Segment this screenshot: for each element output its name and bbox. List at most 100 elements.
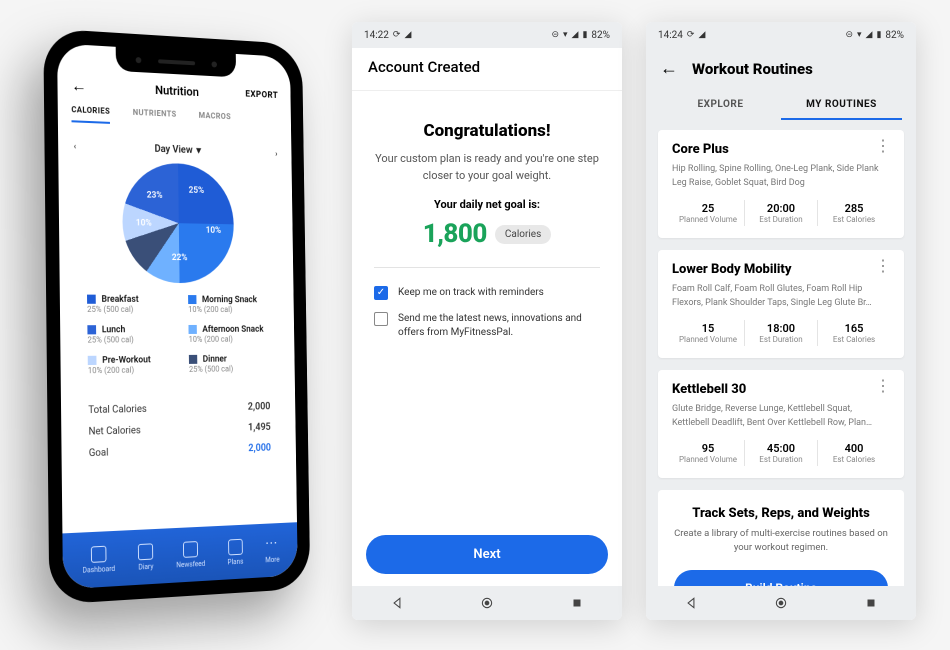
back-nav-icon[interactable] <box>684 596 698 610</box>
home-nav-icon[interactable] <box>480 596 494 610</box>
nav-diary[interactable]: Diary <box>138 543 153 571</box>
routine-desc: Foam Roll Calf, Foam Roll Glutes, Foam R… <box>672 283 890 310</box>
goal-label: Goal <box>89 447 109 459</box>
swatch-icon <box>189 355 197 364</box>
recents-nav-icon[interactable] <box>864 596 878 610</box>
newsletter-label: Send me the latest news, innovations and… <box>398 312 600 340</box>
routine-title: Kettlebell 30 <box>672 382 746 397</box>
prev-day-button[interactable]: ‹ <box>74 142 77 151</box>
swatch-icon <box>88 356 97 365</box>
daily-goal-value: 1,800 <box>423 219 487 249</box>
nav-dashboard[interactable]: Dashboard <box>82 545 115 574</box>
tab-calories[interactable]: CALORIES <box>71 105 110 124</box>
promo-title: Track Sets, Reps, and Weights <box>674 506 888 521</box>
reminders-checkbox-row[interactable]: ✓ Keep me on track with reminders <box>374 286 600 300</box>
battery-pct: 82% <box>885 30 904 41</box>
signal-icon: ◢ <box>698 30 705 40</box>
routine-desc: Hip Rolling, Spine Rolling, One-Leg Plan… <box>672 163 890 190</box>
nav-plans[interactable]: Plans <box>227 538 243 566</box>
promo-subtext: Create a library of multi-exercise routi… <box>674 527 888 556</box>
android-mockup-workouts: 14:24⟳◢ ⊝▾◢▮82% ← Workout Routines EXPLO… <box>646 22 916 620</box>
daily-goal-label: Your daily net goal is: <box>374 198 600 211</box>
dayview-selector[interactable]: Day View ▾ <box>154 144 201 157</box>
newsfeed-icon <box>183 541 198 558</box>
battery-pct: 82% <box>591 30 610 41</box>
chevron-down-icon: ▾ <box>196 145 201 156</box>
total-calories-value: 2,000 <box>248 401 271 412</box>
diary-icon <box>138 543 153 560</box>
routine-card[interactable]: Kettlebell 30 ⋮ Glute Bridge, Reverse Lun… <box>658 370 904 478</box>
nav-newsfeed[interactable]: Newsfeed <box>176 540 205 569</box>
battery-icon: ▮ <box>876 30 881 40</box>
kebab-icon[interactable]: ⋮ <box>875 262 890 270</box>
dashboard-icon <box>91 545 107 562</box>
calories-pie-chart: 25% 23% 10% 22% 10% <box>122 162 235 284</box>
swatch-icon <box>188 325 196 334</box>
pie-slice-label: 10% <box>136 218 152 228</box>
sync-icon: ⟳ <box>393 30 401 40</box>
recents-nav-icon[interactable] <box>570 596 584 610</box>
pie-slice-label: 25% <box>189 186 205 196</box>
net-calories-label: Net Calories <box>89 425 141 438</box>
routine-title: Lower Body Mobility <box>672 262 792 277</box>
kebab-icon[interactable]: ⋮ <box>875 382 890 390</box>
divider <box>374 267 600 268</box>
bottom-nav: Dashboard Diary Newsfeed Plans ⋯More <box>62 522 297 589</box>
wifi-icon: ▾ <box>563 30 568 40</box>
clock: 14:24 <box>658 30 683 41</box>
dayview-label: Day View <box>154 144 192 156</box>
next-day-button[interactable]: › <box>275 149 277 158</box>
routine-title: Core Plus <box>672 142 729 157</box>
nav-more[interactable]: ⋯More <box>265 536 280 563</box>
kebab-icon[interactable]: ⋮ <box>875 142 890 150</box>
status-bar: 14:22⟳◢ ⊝▾◢▮82% <box>352 22 622 48</box>
net-calories-value: 1,495 <box>248 422 271 433</box>
plans-icon <box>228 538 243 555</box>
android-nav-bar <box>646 586 916 620</box>
total-calories-label: Total Calories <box>88 404 147 416</box>
congrats-subtext: Your custom plan is ready and you're one… <box>374 151 600 184</box>
back-nav-icon[interactable] <box>390 596 404 610</box>
reminders-label: Keep me on track with reminders <box>398 286 544 300</box>
battery-icon: ▮ <box>582 30 587 40</box>
swatch-icon <box>87 295 96 304</box>
routine-card[interactable]: Lower Body Mobility ⋮ Foam Roll Calf, Foa… <box>658 250 904 358</box>
android-nav-bar <box>352 586 622 620</box>
build-routine-button[interactable]: Build Routine <box>674 570 888 587</box>
routine-card[interactable]: Core Plus ⋮ Hip Rolling, Spine Rolling, O… <box>658 130 904 238</box>
routine-desc: Glute Bridge, Reverse Lunge, Kettlebell … <box>672 403 890 430</box>
dnd-icon: ⊝ <box>845 30 853 40</box>
pie-slice-label: 22% <box>172 253 188 263</box>
pie-slice-label: 23% <box>147 190 163 200</box>
swatch-icon <box>188 295 196 304</box>
dnd-icon: ⊝ <box>551 30 559 40</box>
signal-icon: ◢ <box>404 30 411 40</box>
checkbox-empty-icon <box>374 312 388 326</box>
daily-goal-unit: Calories <box>495 225 551 244</box>
back-icon[interactable]: ← <box>71 76 87 97</box>
home-nav-icon[interactable] <box>774 596 788 610</box>
cell-icon: ◢ <box>572 30 579 40</box>
clock: 14:22 <box>364 30 389 41</box>
android-mockup-account: 14:22⟳◢ ⊝▾◢▮82% Account Created Congratu… <box>352 22 622 620</box>
next-button[interactable]: Next <box>366 535 608 574</box>
page-title: Nutrition <box>155 83 199 99</box>
swatch-icon <box>87 325 96 334</box>
checkbox-checked-icon: ✓ <box>374 286 388 300</box>
export-button[interactable]: EXPORT <box>245 90 278 101</box>
tab-macros[interactable]: MACROS <box>199 111 232 129</box>
newsletter-checkbox-row[interactable]: Send me the latest news, innovations and… <box>374 312 600 340</box>
goal-value: 2,000 <box>248 443 271 455</box>
more-icon: ⋯ <box>265 536 280 553</box>
tab-nutrients[interactable]: NUTRIENTS <box>133 108 177 127</box>
tab-my-routines[interactable]: MY ROUTINES <box>781 89 902 120</box>
status-bar: 14:24⟳◢ ⊝▾◢▮82% <box>646 22 916 48</box>
sync-icon: ⟳ <box>687 30 695 40</box>
back-icon[interactable]: ← <box>660 58 678 79</box>
promo-card: Track Sets, Reps, and Weights Create a l… <box>658 490 904 586</box>
pie-legend: Breakfast25% (500 cal) Morning Snack10% … <box>73 295 282 377</box>
congrats-heading: Congratulations! <box>374 121 600 141</box>
iphone-mockup: ← Nutrition EXPORT CALORIES NUTRIENTS MA… <box>43 28 310 604</box>
page-title: Account Created <box>352 48 622 91</box>
tab-explore[interactable]: EXPLORE <box>660 89 781 120</box>
